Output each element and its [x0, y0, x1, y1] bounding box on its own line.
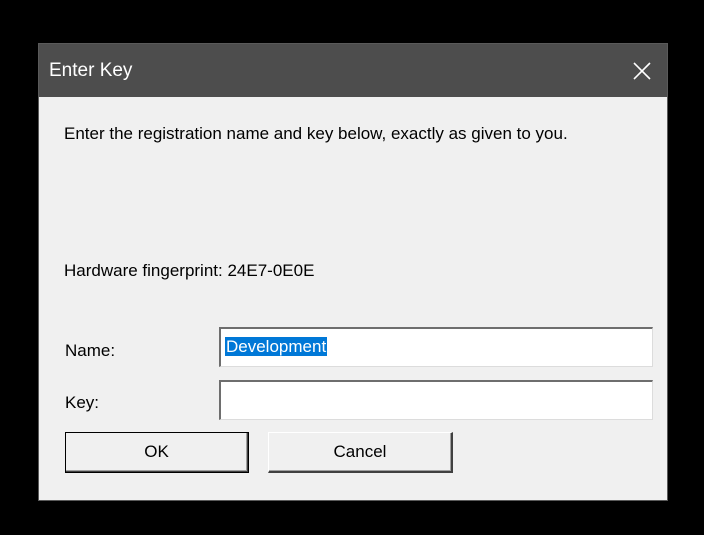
name-label: Name:: [65, 341, 116, 360]
close-icon: [633, 61, 651, 80]
hardware-fingerprint: Hardware fingerprint: 24E7-0E0E: [64, 261, 315, 280]
name-input[interactable]: Development: [219, 327, 653, 367]
instruction-text: Enter the registration name and key belo…: [64, 124, 568, 143]
close-button[interactable]: [617, 44, 667, 97]
dialog-title: Enter Key: [49, 60, 133, 81]
cancel-button[interactable]: Cancel: [268, 432, 453, 473]
ok-button[interactable]: OK: [65, 432, 249, 473]
title-bar[interactable]: Enter Key: [39, 44, 667, 97]
name-input-value: Development: [225, 337, 328, 356]
key-label: Key:: [65, 393, 100, 412]
key-input[interactable]: [219, 380, 653, 420]
enter-key-dialog: Enter Key Enter the registration name an…: [38, 43, 668, 501]
